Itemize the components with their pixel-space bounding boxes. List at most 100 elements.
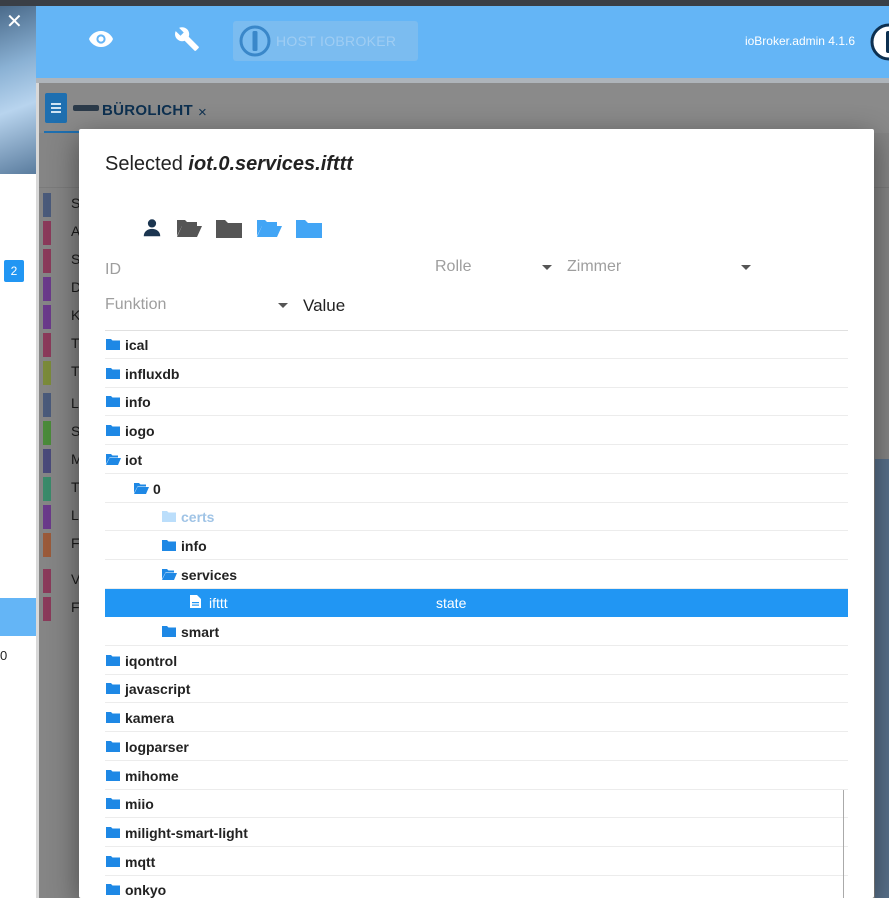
id-filter-input[interactable]: ID	[105, 261, 121, 279]
room-dropdown-icon[interactable]	[741, 265, 751, 270]
function-filter-select[interactable]: Funktion	[105, 296, 166, 314]
folder-open-icon	[162, 567, 177, 583]
select-id-dialog: Selected iot.0.services.ifttt ID Rolle Z…	[79, 129, 874, 898]
sidebar-count-badge: 2	[4, 260, 24, 282]
tree-row[interactable]: iogo	[105, 417, 848, 445]
tree-row[interactable]: certs	[105, 503, 848, 531]
file-icon	[190, 595, 201, 611]
color-bar	[43, 569, 51, 593]
tree-row[interactable]: ical	[105, 331, 848, 359]
user-icon[interactable]	[141, 217, 163, 244]
tree-row[interactable]: ifttt state	[105, 589, 848, 617]
folder-icon	[106, 366, 120, 382]
device-icon	[73, 105, 99, 111]
color-bar	[43, 505, 51, 529]
selected-id: iot.0.services.ifttt	[188, 153, 353, 175]
dialog-title: Selected iot.0.services.ifttt	[105, 153, 353, 176]
tab-bar: BÜROLICHT ×	[39, 83, 889, 133]
tree-row-name: info	[125, 394, 151, 410]
folder-icon	[106, 423, 120, 439]
tree-row-role: state	[436, 595, 467, 611]
color-bar	[43, 305, 51, 329]
function-dropdown-icon[interactable]	[278, 303, 288, 308]
sidebar-header-image: ✕	[0, 6, 36, 174]
folder-icon	[106, 710, 120, 726]
host-button[interactable]: HOST IOBROKER	[233, 21, 418, 61]
color-bar	[43, 333, 51, 357]
color-bar	[43, 249, 51, 273]
background-row-label: L	[71, 395, 79, 411]
wrench-icon[interactable]	[174, 26, 200, 57]
tree-row[interactable]: mihome	[105, 762, 848, 790]
folder-icon	[106, 681, 120, 697]
tree-row[interactable]: kamera	[105, 704, 848, 732]
color-bar	[43, 477, 51, 501]
color-bar	[43, 449, 51, 473]
folder-icon	[106, 854, 120, 870]
color-bar	[43, 597, 51, 621]
tree-row[interactable]: logparser	[105, 733, 848, 761]
color-bar	[43, 193, 51, 217]
app-header: HOST IOBROKER ioBroker.admin 4.1.6	[36, 6, 889, 78]
folder-open-icon	[134, 481, 149, 497]
tree-row[interactable]: iot	[105, 446, 848, 474]
color-bar	[43, 533, 51, 557]
folder-blue-icon[interactable]	[295, 217, 323, 244]
folder-icon	[106, 394, 120, 410]
iobroker-logo-icon	[869, 22, 889, 67]
close-icon[interactable]: ✕	[6, 12, 23, 32]
folder-icon	[106, 653, 120, 669]
tree-row-name: iot	[125, 452, 143, 468]
tree-row-name: javascript	[125, 681, 191, 697]
tree-row-name: 0	[153, 481, 161, 497]
tree-row-name: logparser	[125, 739, 189, 755]
folder-open-icon	[106, 452, 121, 468]
tree-row[interactable]: onkyo	[105, 876, 848, 898]
tree-row-name: iogo	[125, 423, 155, 439]
tree-row-name: miio	[125, 796, 154, 812]
tree-row[interactable]: milight-smart-light	[105, 819, 848, 847]
host-button-label: HOST IOBROKER	[276, 33, 397, 49]
tree-row[interactable]: mqtt	[105, 848, 848, 876]
folder-icon	[106, 882, 120, 898]
sidebar-item-selected[interactable]	[0, 598, 36, 636]
version-label: ioBroker.admin 4.1.6	[744, 34, 855, 48]
folder-icon[interactable]	[215, 217, 243, 244]
tree-row-name: influxdb	[125, 366, 180, 382]
room-filter-select[interactable]: Zimmer	[567, 258, 621, 276]
tree-row[interactable]: miio	[105, 790, 848, 818]
tree-row-name: smart	[181, 624, 220, 640]
menu-icon[interactable]	[45, 93, 67, 123]
tree-row-name: ifttt	[209, 595, 228, 611]
tree-row-name: iqontrol	[125, 653, 178, 669]
tree-row[interactable]: smart	[105, 618, 848, 646]
tree-row-name: ical	[125, 337, 149, 353]
tab-close-icon[interactable]: ×	[198, 104, 207, 121]
tree-row[interactable]: 0	[105, 475, 848, 503]
folder-icon	[106, 796, 120, 812]
tree-row-name: info	[181, 538, 207, 554]
tree-row[interactable]: services	[105, 561, 848, 589]
role-dropdown-icon[interactable]	[542, 265, 552, 270]
eye-icon[interactable]	[88, 30, 114, 53]
folder-open-icon[interactable]	[175, 217, 203, 244]
tree-row[interactable]: iqontrol	[105, 647, 848, 675]
tree-row[interactable]: info	[105, 388, 848, 416]
folder-icon	[106, 739, 120, 755]
color-bar	[43, 221, 51, 245]
tree-row[interactable]: javascript	[105, 675, 848, 703]
tab-label[interactable]: BÜROLICHT	[102, 102, 193, 119]
folder-icon	[162, 538, 176, 554]
background-row-label: L	[71, 507, 79, 523]
role-filter-select[interactable]: Rolle	[435, 258, 471, 276]
color-bar	[43, 361, 51, 385]
color-bar	[43, 277, 51, 301]
tree-row[interactable]: info	[105, 532, 848, 560]
tree-row[interactable]: influxdb	[105, 360, 848, 388]
scrollbar[interactable]	[843, 790, 844, 898]
value-column-header: Value	[303, 296, 346, 315]
folder-icon	[106, 337, 120, 353]
color-bar	[43, 393, 51, 417]
tree-row-name: services	[181, 567, 238, 583]
folder-open-blue-icon[interactable]	[255, 217, 283, 244]
